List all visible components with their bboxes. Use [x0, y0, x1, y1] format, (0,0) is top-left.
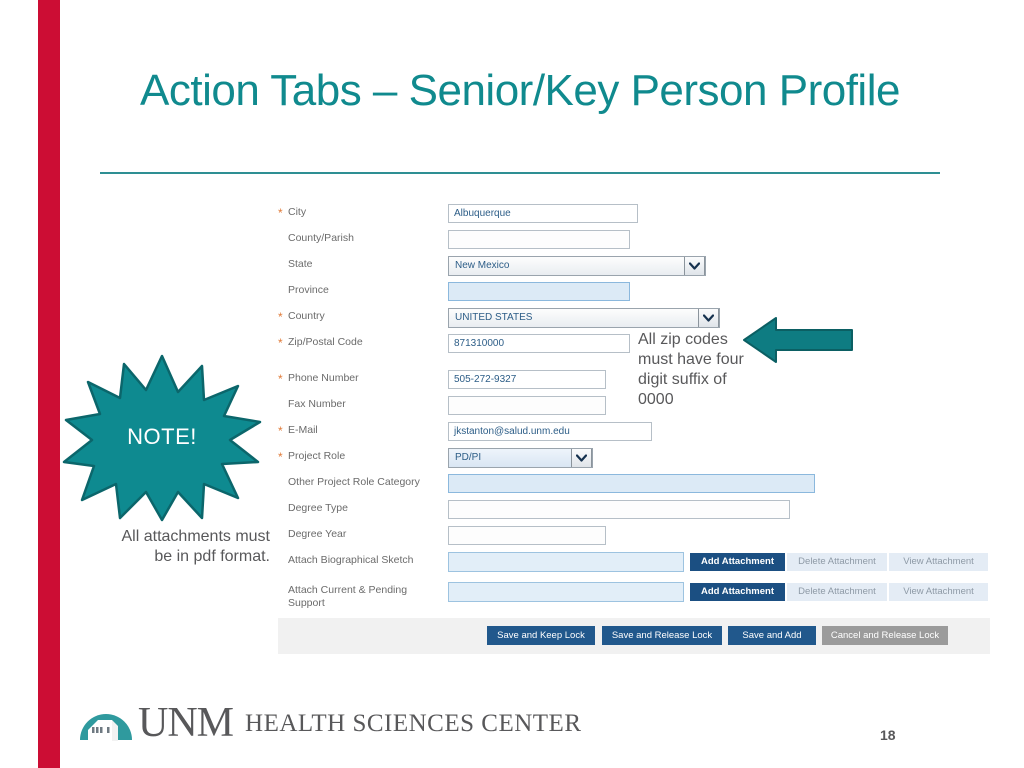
select-value: New Mexico: [455, 260, 510, 271]
select-country[interactable]: UNITED STATES: [448, 308, 720, 328]
slide-canvas: Action Tabs – Senior/Key Person Profile …: [0, 0, 1024, 768]
field-label: State: [288, 258, 313, 270]
required-asterisk-icon: *: [278, 372, 283, 386]
input-county-parish[interactable]: [448, 230, 630, 249]
view-attachment-button: View Attachment: [889, 553, 988, 571]
input-degree-type[interactable]: [448, 500, 790, 519]
zip-callout-text: All zip codes must have four digit suffi…: [638, 331, 744, 408]
field-label: Other Project Role Category: [288, 476, 420, 488]
field-label: E-Mail: [288, 424, 318, 436]
input-fax-number[interactable]: [448, 396, 606, 415]
chevron-down-icon[interactable]: [684, 257, 705, 275]
unm-health-sciences-logo: UNM HEALTH SCIENCES CENTER: [78, 698, 582, 748]
field-label: City: [288, 206, 307, 218]
select-project-role[interactable]: PD/PI: [448, 448, 593, 468]
senior-key-person-form: * City Albuquerque County/Parish State New Me…: [278, 196, 990, 656]
field-label: Province: [288, 284, 329, 296]
select-value: UNITED STATES: [455, 312, 533, 323]
field-label: Project Role: [288, 450, 346, 462]
field-label: Degree Year: [288, 528, 347, 540]
input-city[interactable]: Albuquerque: [448, 204, 638, 223]
left-red-stripe: [38, 0, 60, 768]
field-label: Degree Type: [288, 502, 348, 514]
input-e-mail[interactable]: jkstanton@salud.unm.edu: [448, 422, 652, 441]
delete-attachment-button: Delete Attachment: [787, 553, 887, 571]
slide-number: 18: [880, 727, 896, 743]
save-and-add-button[interactable]: Save and Add: [728, 626, 816, 645]
required-asterisk-icon: *: [278, 424, 283, 438]
left-arrow-icon: [742, 316, 854, 364]
page-title: Action Tabs – Senior/Key Person Profile: [140, 66, 900, 115]
input-other-project-role-category[interactable]: [448, 474, 815, 493]
field-label: Phone Number: [288, 372, 359, 384]
input-attach-current-pending-support[interactable]: [448, 582, 684, 602]
required-asterisk-icon: *: [278, 206, 283, 220]
save-and-release-lock-button[interactable]: Save and Release Lock: [602, 626, 722, 645]
required-asterisk-icon: *: [278, 336, 283, 350]
unm-building-icon: [78, 700, 134, 746]
title-underline: [100, 172, 940, 174]
logo-unm-text: UNM: [138, 700, 234, 746]
save-and-keep-lock-button[interactable]: Save and Keep Lock: [487, 626, 595, 645]
note-caption-text: All attachments must be in pdf format.: [121, 528, 271, 565]
field-label: County/Parish: [288, 232, 354, 244]
field-label: Country: [288, 310, 325, 322]
input-degree-year[interactable]: [448, 526, 606, 545]
select-state[interactable]: New Mexico: [448, 256, 706, 276]
field-label: Attach Biographical Sketch: [288, 554, 414, 566]
input-attach-biographical-sketch[interactable]: [448, 552, 684, 572]
field-label: Fax Number: [288, 398, 346, 410]
view-attachment-button: View Attachment: [889, 583, 988, 601]
chevron-down-icon[interactable]: [698, 309, 719, 327]
required-asterisk-icon: *: [278, 310, 283, 324]
logo-tagline-text: HEALTH SCIENCES CENTER: [245, 709, 582, 737]
required-asterisk-icon: *: [278, 450, 283, 464]
add-attachment-button[interactable]: Add Attachment: [690, 583, 785, 601]
input-zip-postal-code[interactable]: 871310000: [448, 334, 630, 353]
field-label: Zip/Postal Code: [288, 336, 363, 348]
input-phone-number[interactable]: 505-272-9327: [448, 370, 606, 389]
note-starburst-icon: [62, 352, 262, 522]
select-value: PD/PI: [455, 452, 482, 463]
delete-attachment-button: Delete Attachment: [787, 583, 887, 601]
chevron-down-icon[interactable]: [571, 449, 592, 467]
input-province[interactable]: [448, 282, 630, 301]
field-label: Attach Current & Pending Support: [288, 584, 408, 609]
add-attachment-button[interactable]: Add Attachment: [690, 553, 785, 571]
cancel-and-release-lock-button[interactable]: Cancel and Release Lock: [822, 626, 948, 645]
